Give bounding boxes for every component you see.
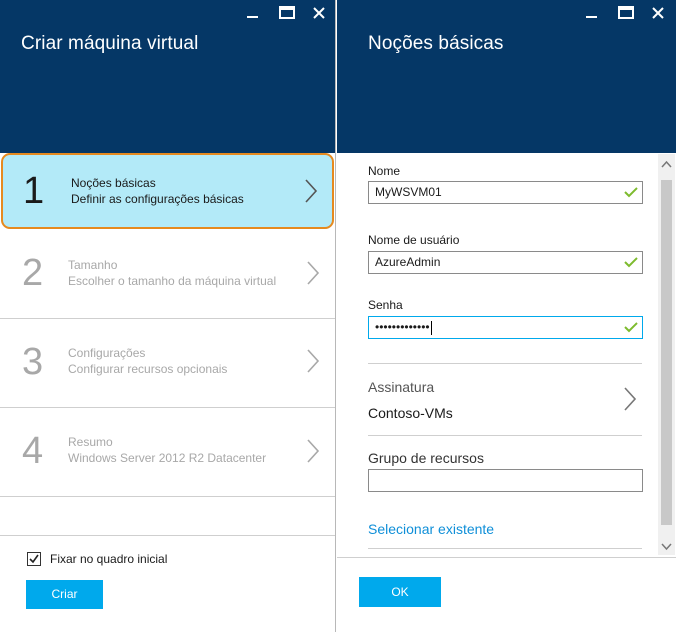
- step-number: 2: [22, 252, 44, 294]
- password-value: •••••••••••••: [375, 320, 430, 334]
- divider: [368, 435, 642, 436]
- step-subtitle: Escolher o tamanho da máquina virtual: [68, 274, 277, 288]
- password-label: Senha: [368, 298, 403, 312]
- step-number: 4: [22, 430, 44, 472]
- divider: [337, 557, 676, 558]
- maximize-icon[interactable]: [279, 6, 295, 20]
- blade-header: Noções básicas: [337, 0, 676, 153]
- blade-header: Criar máquina virtual: [0, 0, 335, 153]
- text-caret: [430, 320, 432, 335]
- step-basics[interactable]: 1 Noções básicas Definir as configuraçõe…: [1, 153, 334, 229]
- chevron-right-icon: [305, 179, 318, 203]
- blade-title: Noções básicas: [368, 33, 504, 54]
- select-existing-link[interactable]: Selecionar existente: [368, 521, 494, 537]
- password-field[interactable]: •••••••••••••: [368, 316, 643, 339]
- step-size[interactable]: 2 Tamanho Escolher o tamanho da máquina …: [0, 231, 335, 319]
- step-title: Noções básicas: [71, 176, 156, 190]
- step-subtitle: Windows Server 2012 R2 Datacenter: [68, 451, 267, 465]
- create-button[interactable]: Criar: [26, 580, 103, 609]
- name-label: Nome: [368, 164, 401, 178]
- ok-button[interactable]: OK: [359, 577, 441, 607]
- username-label: Nome de usuário: [368, 233, 460, 247]
- step-subtitle: Definir as configurações básicas: [71, 192, 244, 206]
- subscription-value: Contoso-VMs: [368, 405, 453, 421]
- scroll-down-icon[interactable]: [661, 543, 672, 551]
- chevron-right-icon: [307, 261, 320, 285]
- close-icon[interactable]: [312, 6, 328, 20]
- resource-group-label: Grupo de recursos: [368, 450, 484, 466]
- basics-blade: Noções básicas Nome MyWSVM01 Nome de usu…: [337, 0, 676, 632]
- chevron-right-icon: [307, 439, 320, 463]
- scrollbar-thumb[interactable]: [661, 180, 672, 525]
- username-value: AzureAdmin: [375, 255, 441, 269]
- checkmark-icon: [624, 187, 638, 198]
- maximize-icon[interactable]: [618, 6, 634, 20]
- step-summary[interactable]: 4 Resumo Windows Server 2012 R2 Datacent…: [0, 409, 335, 497]
- minimize-icon[interactable]: [585, 6, 601, 20]
- chevron-right-icon: [307, 349, 320, 373]
- checkmark-icon: [29, 554, 39, 564]
- step-settings[interactable]: 3 Configurações Configurar recursos opci…: [0, 320, 335, 408]
- step-title: Configurações: [68, 346, 146, 360]
- divider: [0, 535, 335, 536]
- minimize-icon[interactable]: [246, 6, 262, 20]
- divider: [368, 548, 642, 549]
- name-field[interactable]: MyWSVM01: [368, 181, 643, 204]
- pin-to-startboard-checkbox[interactable]: [27, 552, 41, 566]
- step-subtitle: Configurar recursos opcionais: [68, 362, 228, 376]
- scroll-up-icon[interactable]: [661, 160, 672, 168]
- step-number: 1: [23, 170, 45, 212]
- username-field[interactable]: AzureAdmin: [368, 251, 643, 274]
- close-icon[interactable]: [651, 6, 667, 20]
- subscription-selector[interactable]: Assinatura Contoso-VMs: [337, 364, 657, 434]
- step-title: Tamanho: [68, 258, 118, 272]
- checkmark-icon: [624, 322, 638, 333]
- subscription-label: Assinatura: [368, 379, 435, 395]
- step-number: 3: [22, 341, 44, 383]
- chevron-right-icon: [624, 387, 637, 411]
- scrollbar[interactable]: [658, 154, 675, 555]
- create-vm-blade: Criar máquina virtual 1 Noções básicas D…: [0, 0, 336, 632]
- name-value: MyWSVM01: [375, 185, 442, 199]
- resource-group-field[interactable]: [368, 469, 643, 492]
- checkmark-icon: [624, 257, 638, 268]
- blade-title: Criar máquina virtual: [21, 33, 199, 54]
- step-title: Resumo: [68, 435, 113, 449]
- pin-to-startboard-label[interactable]: Fixar no quadro inicial: [50, 552, 167, 566]
